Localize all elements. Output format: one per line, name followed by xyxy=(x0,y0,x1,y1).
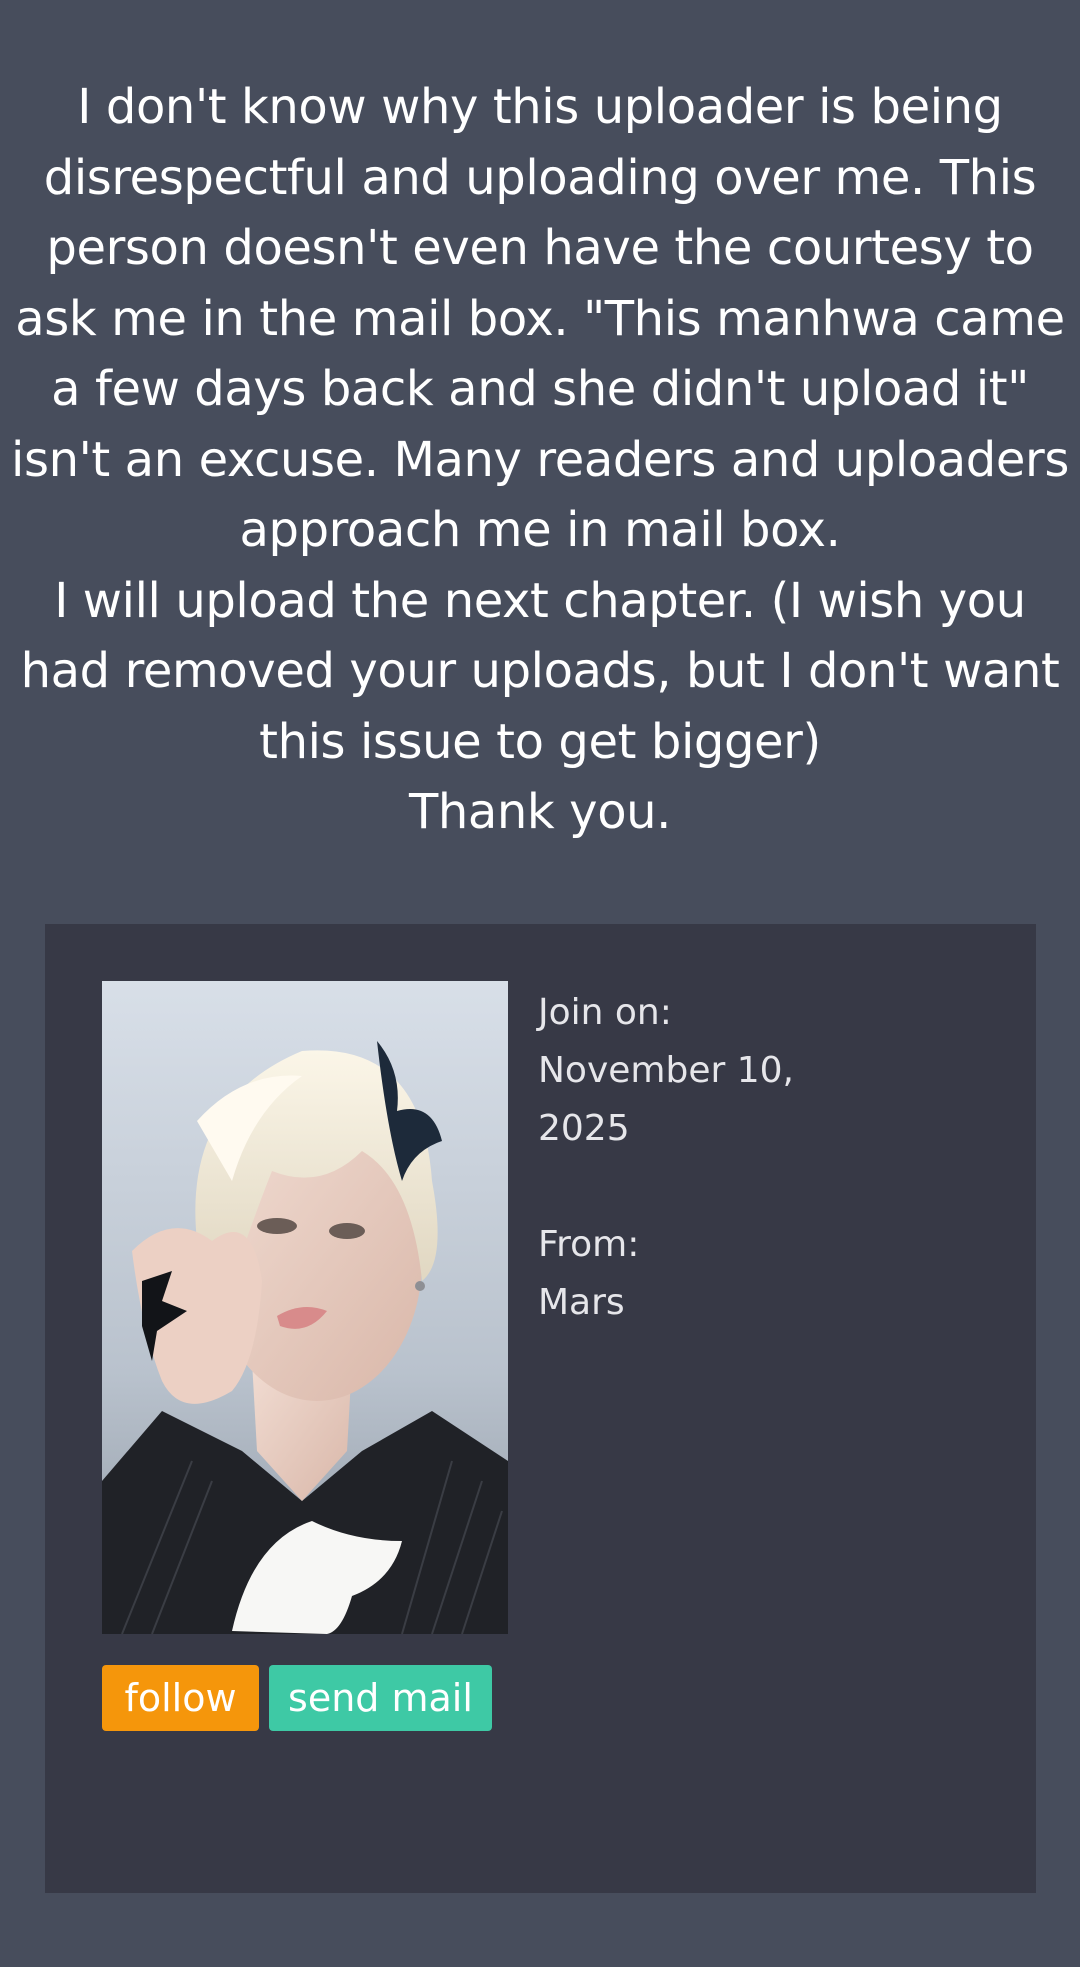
notice-line: had removed your uploads, but I don't wa… xyxy=(20,643,1060,699)
info-spacer xyxy=(538,1158,838,1216)
notice-line: isn't an excuse. Many readers and upload… xyxy=(11,431,1069,488)
from-label: From: xyxy=(538,1224,640,1265)
profile-info: Join on: November 10, 2025 From: Mars xyxy=(538,984,838,1332)
profile-avatar xyxy=(102,981,508,1634)
notice-line: person doesn't even have the courtesy to xyxy=(46,220,1034,276)
from-value: Mars xyxy=(538,1282,625,1323)
send-mail-button[interactable]: send mail xyxy=(269,1665,492,1731)
notice-line: this issue to get bigger) xyxy=(259,713,821,770)
notice-line: I will upload the next chapter. (I wish … xyxy=(54,572,1026,629)
notice-line: a few days back and she didn't upload it… xyxy=(51,361,1029,417)
notice-line: approach me in mail box. xyxy=(239,502,841,558)
profile-card: Join on: November 10, 2025 From: Mars fo… xyxy=(45,924,1036,1893)
notice-line: Thank you. xyxy=(408,784,672,840)
join-date-year: 2025 xyxy=(538,1108,630,1149)
notice-line: I don't know why this uploader is being xyxy=(77,79,1003,135)
uploader-notice-text: I don't know why this uploader is being … xyxy=(0,72,1080,848)
avatar-portrait-image xyxy=(102,981,508,1634)
notice-line: ask me in the mail box. "This manhwa cam… xyxy=(15,290,1065,347)
follow-button[interactable]: follow xyxy=(102,1665,259,1731)
join-label: Join on: xyxy=(538,992,672,1033)
notice-line: disrespectful and uploading over me. Thi… xyxy=(43,149,1037,206)
join-date: November 10, xyxy=(538,1050,794,1091)
